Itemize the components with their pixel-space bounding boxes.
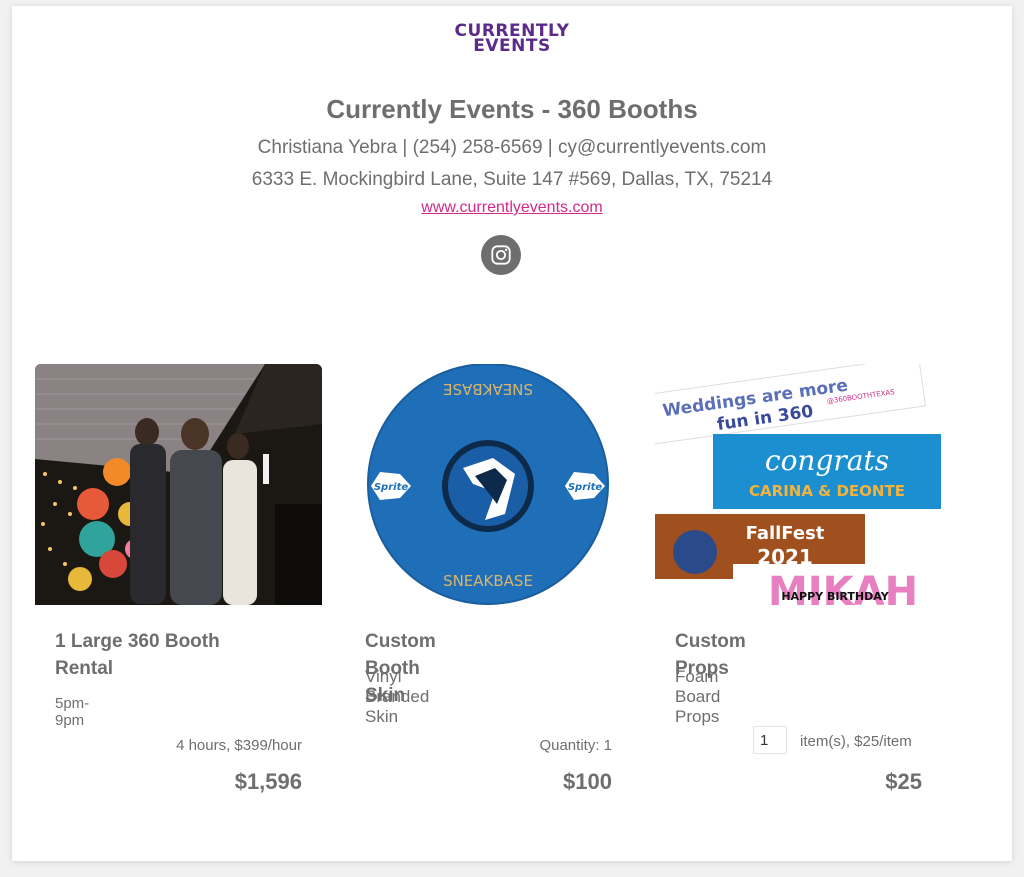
- item-name: 1 Large 360 Booth Rental: [55, 628, 295, 682]
- item-name-line-1: 1 Large 360 Booth: [55, 631, 220, 652]
- prop-2-line-1: congrats: [765, 444, 889, 477]
- item-time: 5pm-9pm: [55, 695, 90, 729]
- prop-2-line-2: CARINA & DEONTE: [749, 482, 905, 500]
- sponsor-left: Sprite: [374, 482, 409, 493]
- item-calc: 4 hours, $399/hour: [176, 737, 302, 754]
- foam-props: Weddings are more fun in 360 @360BOOTHTE…: [655, 364, 942, 605]
- booth-skin-logo: SNEAKBASE SNEAKBASE Sprite Sprite: [345, 364, 632, 605]
- sponsor-right: Sprite: [568, 482, 603, 493]
- quantity-input[interactable]: [753, 726, 787, 754]
- page-title: Currently Events - 360 Booths: [326, 94, 698, 124]
- company-logo: CURRENTLY EVENTS: [12, 23, 1012, 56]
- website: www.currentlyevents.com: [12, 199, 1012, 217]
- logo-line-2: EVENTS: [473, 36, 551, 56]
- item-description: Vinyl Branded Skin: [365, 667, 430, 726]
- contact-line: Christiana Yebra | (254) 258-6569 | cy@c…: [257, 137, 767, 158]
- item-price: $25: [885, 769, 922, 794]
- quote-card: CURRENTLY EVENTS Currently Events - 360 …: [12, 6, 1012, 861]
- skin-text-top: SNEAKBASE: [443, 380, 533, 398]
- event-photo: [35, 364, 322, 605]
- instagram-icon[interactable]: [481, 235, 521, 275]
- item-description: Foam Board Props: [675, 667, 721, 726]
- skin-text-bottom: SNEAKBASE: [443, 572, 533, 590]
- item-price: $100: [563, 769, 612, 794]
- item-name-line-2: Rental: [55, 658, 114, 679]
- item-calc: Quantity: 1: [539, 737, 612, 754]
- address-line: 6333 E. Mockingbird Lane, Suite 147 #569…: [251, 169, 773, 190]
- prop-4-line-2: HAPPY BIRTHDAY: [781, 590, 889, 603]
- item-calc: item(s), $25/item: [800, 733, 912, 750]
- instagram-glyph: [491, 245, 511, 265]
- website-link[interactable]: www.currentlyevents.com: [421, 199, 602, 216]
- item-price: $1,596: [234, 769, 302, 794]
- prop-3-line-1: FallFest: [746, 523, 825, 544]
